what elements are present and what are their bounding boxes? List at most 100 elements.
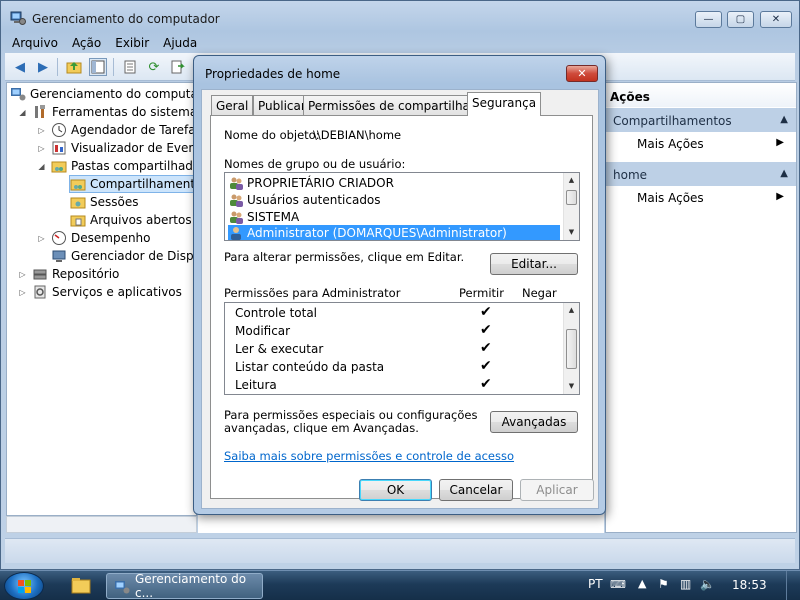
scroll-thumb[interactable] — [566, 190, 577, 205]
user-group-icon — [230, 194, 243, 207]
menu-ajuda[interactable]: Ajuda — [156, 36, 204, 50]
actions-section-shares-label: Compartilhamentos — [613, 114, 732, 128]
maximize-button[interactable]: ▢ — [727, 11, 754, 28]
show-desktop-button[interactable] — [786, 571, 800, 600]
tree-open-files[interactable]: Arquivos abertos — [70, 211, 192, 229]
tab-geral[interactable]: Geral — [211, 95, 254, 115]
tree-performance-label: Desempenho — [71, 231, 151, 245]
properties-icon[interactable] — [121, 58, 139, 76]
more-actions-home[interactable]: Mais Ações ▶ — [606, 187, 796, 207]
actions-section-home[interactable]: home ▲ — [606, 162, 796, 186]
up-folder-icon[interactable] — [65, 58, 83, 76]
tree-sessions[interactable]: Sessões — [70, 193, 138, 211]
tree-root[interactable]: Gerenciamento do computador — [10, 85, 196, 103]
taskbar-computer-management[interactable]: Gerenciamento do c... — [106, 572, 263, 600]
deny-header: Negar — [522, 286, 557, 300]
permission-row: Modificar ✔ — [235, 322, 492, 342]
refresh-icon[interactable]: ⟳ — [145, 58, 163, 76]
permissions-scrollbar[interactable]: ▲ ▼ — [563, 303, 579, 394]
permission-row: Ler & executar ✔ — [235, 340, 492, 360]
minimize-button[interactable]: — — [695, 11, 722, 28]
tree-event-viewer[interactable]: ▷ Visualizador de Eventos — [37, 139, 196, 157]
permission-row: Listar conteúdo da pasta ✔ — [235, 358, 492, 378]
tree-storage[interactable]: ▷ Repositório — [18, 265, 119, 283]
expand-arrow-icon[interactable]: ▷ — [37, 234, 46, 243]
tree-services-apps-label: Serviços e aplicativos — [52, 285, 182, 299]
tree-task-scheduler[interactable]: ▷ Agendador de Tarefas — [37, 121, 196, 139]
keyboard-icon[interactable]: ⌨ — [610, 578, 626, 591]
group-item[interactable]: Usuários autenticados — [228, 192, 381, 208]
title-bar[interactable]: Gerenciamento do computador — ▢ ✕ — [1, 1, 800, 33]
group-item[interactable]: PROPRIETÁRIO CRIADOR — [228, 175, 394, 191]
tree-storage-label: Repositório — [52, 267, 120, 281]
expand-arrow-icon[interactable]: ▷ — [18, 288, 27, 297]
export-list-icon[interactable] — [169, 58, 187, 76]
scroll-down-icon[interactable]: ▼ — [564, 379, 579, 394]
navigation-tree: Gerenciamento do computador ◢ Ferramenta… — [6, 82, 197, 516]
group-item-label: Administrator (DOMARQUES\Administrator) — [247, 226, 507, 240]
groups-label: Nomes de grupo ou de usuário: — [224, 157, 406, 171]
forward-arrow-icon[interactable]: ▶ — [34, 58, 52, 76]
collapse-up-icon[interactable]: ▲ — [780, 168, 788, 179]
more-actions-label: Mais Ações — [637, 191, 704, 205]
tree-system-tools[interactable]: ◢ Ferramentas do sistema — [18, 103, 196, 121]
cancel-button[interactable]: Cancelar — [439, 479, 513, 501]
scroll-up-icon[interactable]: ▲ — [564, 303, 579, 318]
groups-scrollbar[interactable]: ▲ ▼ — [563, 173, 579, 240]
shared-folder-icon — [70, 179, 86, 191]
dialog-close-button[interactable]: ✕ — [566, 65, 598, 82]
tree-horizontal-scrollbar[interactable] — [6, 516, 197, 533]
collapse-up-icon[interactable]: ▲ — [780, 114, 788, 125]
back-arrow-icon[interactable]: ◀ — [11, 58, 29, 76]
expand-arrow-icon[interactable]: ▷ — [37, 144, 46, 153]
actions-section-shares[interactable]: Compartilhamentos ▲ — [606, 108, 796, 132]
tree-event-viewer-label: Visualizador de Eventos — [71, 141, 196, 155]
more-actions-shares[interactable]: Mais Ações ▶ — [606, 133, 796, 153]
ok-button[interactable]: OK — [359, 479, 432, 501]
expand-arrow-icon[interactable]: ▷ — [18, 270, 27, 279]
clock-icon — [52, 123, 66, 137]
allow-check-icon: ✔ — [480, 340, 492, 356]
learn-more-link[interactable]: Saiba mais sobre permissões e controle d… — [224, 449, 514, 463]
scroll-thumb[interactable] — [566, 329, 577, 369]
show-hide-tree-icon[interactable] — [89, 58, 107, 76]
apply-button[interactable]: Aplicar — [520, 479, 594, 501]
expand-arrow-icon[interactable]: ▷ — [37, 126, 46, 135]
user-group-icon — [230, 211, 243, 224]
permission-name: Ler & executar — [235, 342, 324, 356]
computer-management-icon — [11, 88, 26, 101]
device-manager-icon — [52, 250, 66, 262]
show-hidden-icons[interactable]: ▲ — [638, 577, 646, 590]
tree-performance[interactable]: ▷ Desempenho — [37, 229, 151, 247]
collapse-arrow-icon[interactable]: ◢ — [37, 162, 46, 171]
user-icon — [231, 227, 241, 240]
advanced-button[interactable]: Avançadas — [490, 411, 578, 433]
scroll-down-icon[interactable]: ▼ — [564, 225, 579, 240]
action-center-icon[interactable]: ⚑ — [658, 577, 669, 591]
menu-acao[interactable]: Ação — [65, 36, 108, 50]
start-button[interactable] — [4, 572, 44, 600]
group-item-selected[interactable]: Administrator (DOMARQUES\Administrator) — [228, 225, 560, 240]
groups-listbox[interactable]: PROPRIETÁRIO CRIADOR Usuários autenticad… — [224, 172, 580, 241]
clock[interactable]: 18:53 — [732, 578, 767, 592]
collapse-arrow-icon[interactable]: ◢ — [18, 108, 27, 117]
group-item-label: PROPRIETÁRIO CRIADOR — [247, 176, 394, 190]
group-item-label: SISTEMA — [247, 210, 300, 224]
scroll-up-icon[interactable]: ▲ — [564, 173, 579, 188]
volume-icon[interactable]: 🔈 — [700, 577, 715, 591]
tree-shares[interactable]: Compartilhamentos — [69, 175, 196, 193]
object-name-value: \\DEBIAN\home — [313, 128, 402, 142]
tree-shared-folders[interactable]: ◢ Pastas compartilhadas — [37, 157, 196, 175]
menu-exibir[interactable]: Exibir — [108, 36, 156, 50]
tab-seguranca[interactable]: Segurança — [467, 92, 542, 116]
close-window-button[interactable]: ✕ — [760, 11, 792, 28]
edit-button[interactable]: Editar... — [490, 253, 578, 275]
taskbar-explorer[interactable] — [62, 573, 100, 599]
group-item[interactable]: SISTEMA — [228, 209, 299, 225]
language-indicator[interactable]: PT — [588, 577, 603, 591]
user-group-icon — [230, 177, 243, 190]
network-icon[interactable]: ▥ — [680, 577, 691, 591]
tree-device-manager[interactable]: Gerenciador de Dispositivos — [51, 247, 196, 265]
menu-arquivo[interactable]: Arquivo — [5, 36, 65, 50]
tree-services-apps[interactable]: ▷ Serviços e aplicativos — [18, 283, 182, 301]
